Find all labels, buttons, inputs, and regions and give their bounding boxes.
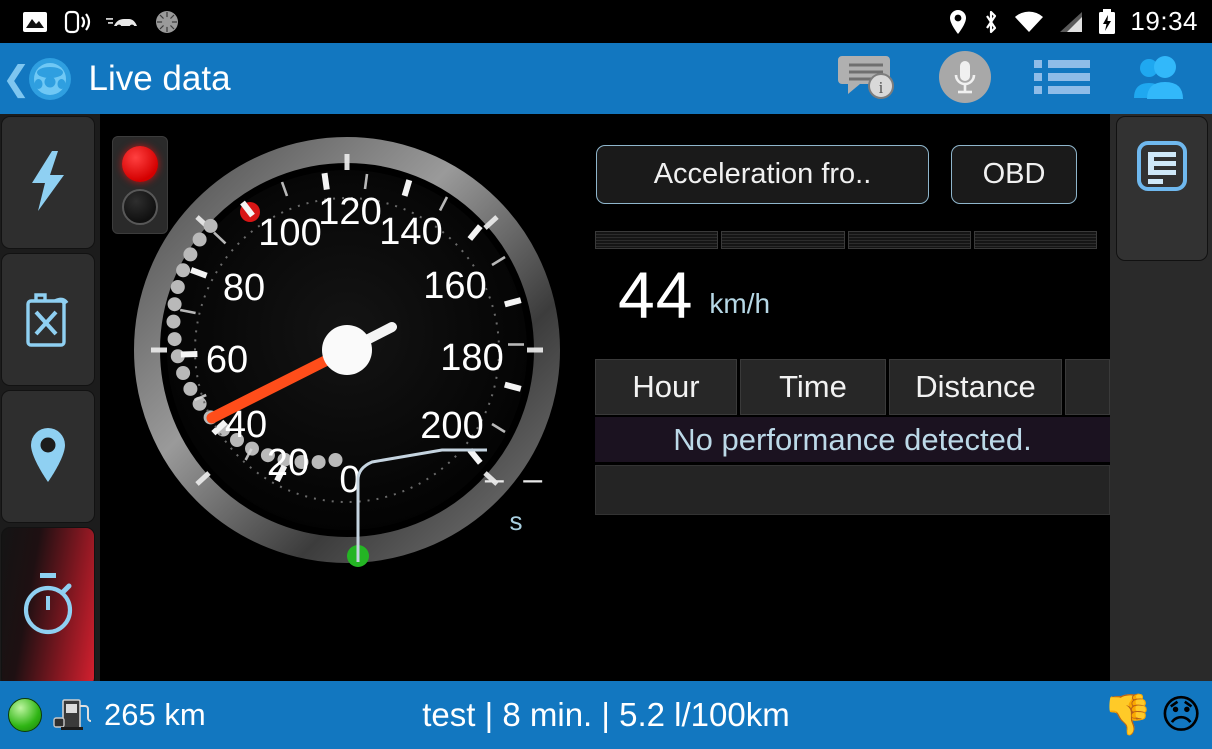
sidebar-item-report[interactable] xyxy=(1116,116,1208,261)
car-icon xyxy=(106,13,140,31)
progress-segment xyxy=(721,231,845,249)
acceleration-mode-button[interactable]: Acceleration fro.. xyxy=(596,145,929,204)
gauge-label-80: 80 xyxy=(223,267,265,309)
document-list-icon xyxy=(1135,139,1189,197)
bottom-status-bar: 265 km test | 8 min. | 5.2 l/100km 👎 😞 xyxy=(0,681,1212,749)
wifi-icon xyxy=(1014,10,1044,34)
app-header: ❮ Live data i xyxy=(0,43,1212,114)
status-bar-right-icons: 19:34 xyxy=(948,6,1212,37)
gauge-label-200: 200 xyxy=(420,405,483,447)
cell-signal-icon xyxy=(1058,10,1084,34)
fuel-canister-x-icon xyxy=(25,289,71,351)
android-status-bar: 19:34 xyxy=(0,0,1212,43)
image-icon xyxy=(22,11,48,33)
table-header-hour[interactable]: Hour xyxy=(595,359,737,415)
sidebar-item-lightning[interactable] xyxy=(1,116,95,249)
progress-segment xyxy=(595,231,719,249)
timer-unit: s xyxy=(509,506,523,536)
table-header-blank[interactable] xyxy=(1065,359,1110,415)
gauge-label-120: 120 xyxy=(318,191,381,233)
users-icon[interactable] xyxy=(1132,54,1184,104)
range-indicator: 265 km xyxy=(0,694,206,736)
green-status-dot xyxy=(8,698,42,732)
table-header-time[interactable]: Time xyxy=(740,359,886,415)
sidebar-item-stopwatch[interactable] xyxy=(1,527,95,687)
main-body: 0 20 40 60 80 100 120 140 160 180 200 – … xyxy=(0,114,1212,687)
progress-segments xyxy=(595,231,1097,249)
timer-value: – – xyxy=(484,460,548,498)
battery-charging-icon xyxy=(1098,8,1116,35)
list-icon[interactable] xyxy=(1034,57,1090,101)
gauge-label-180: 180 xyxy=(440,337,503,379)
gauge-label-20: 20 xyxy=(267,442,309,484)
elapsed-timer: – – s xyxy=(476,460,556,537)
disappointed-face-emoji[interactable]: 😞 xyxy=(1160,695,1202,735)
gauge-label-100: 100 xyxy=(258,212,321,254)
status-bar-left-icons xyxy=(0,9,180,35)
performance-table: Hour Time Distance No performance detect… xyxy=(595,359,1110,515)
sidebar-item-location[interactable] xyxy=(1,390,95,523)
speed-value: 44 xyxy=(618,258,694,332)
status-bar-clock: 19:34 xyxy=(1130,6,1198,36)
table-empty-message: No performance detected. xyxy=(595,417,1110,462)
chat-info-icon[interactable]: i xyxy=(838,52,896,106)
gauge-label-160: 160 xyxy=(423,265,486,307)
bluetooth-icon xyxy=(982,9,1000,35)
table-empty-row xyxy=(595,465,1110,515)
steering-wheel-icon xyxy=(27,56,73,102)
header-action-icons: i xyxy=(838,50,1212,108)
location-pin-icon xyxy=(948,9,968,35)
sidebar-right xyxy=(1110,114,1212,681)
sidebar-left xyxy=(0,114,100,687)
measurement-panel: Acceleration fro.. OBD 44 km/h Hour Time… xyxy=(588,114,1110,681)
progress-segment xyxy=(847,231,971,249)
remaining-range-value: 265 km xyxy=(104,697,206,732)
obd-source-button[interactable]: OBD xyxy=(951,145,1077,204)
gauge-label-140: 140 xyxy=(379,211,442,253)
location-pin-icon xyxy=(27,426,69,488)
sidebar-item-fuel-disabled[interactable] xyxy=(1,253,95,386)
page-title: Live data xyxy=(88,58,231,98)
feedback-emojis: 👎 😞 xyxy=(1102,695,1212,735)
speed-readout: 44 km/h xyxy=(618,258,771,332)
table-header-distance[interactable]: Distance xyxy=(889,359,1062,415)
speedometer-panel: 0 20 40 60 80 100 120 140 160 180 200 – … xyxy=(100,114,588,681)
svg-text:i: i xyxy=(879,78,884,97)
gauge-label-60: 60 xyxy=(206,339,248,381)
speed-unit: km/h xyxy=(709,288,771,319)
measurement-controls: Acceleration fro.. OBD xyxy=(596,145,1077,204)
table-header-row: Hour Time Distance xyxy=(595,359,1110,415)
fuel-pump-icon xyxy=(52,694,94,736)
thumbs-down-emoji[interactable]: 👎 xyxy=(1102,695,1152,735)
microphone-icon[interactable] xyxy=(938,50,992,108)
phone-vibrate-icon xyxy=(62,10,92,34)
sync-spinner-icon xyxy=(154,9,180,35)
lightning-bolt-icon xyxy=(25,150,71,216)
stopwatch-icon xyxy=(18,572,78,642)
progress-segment xyxy=(973,231,1097,249)
